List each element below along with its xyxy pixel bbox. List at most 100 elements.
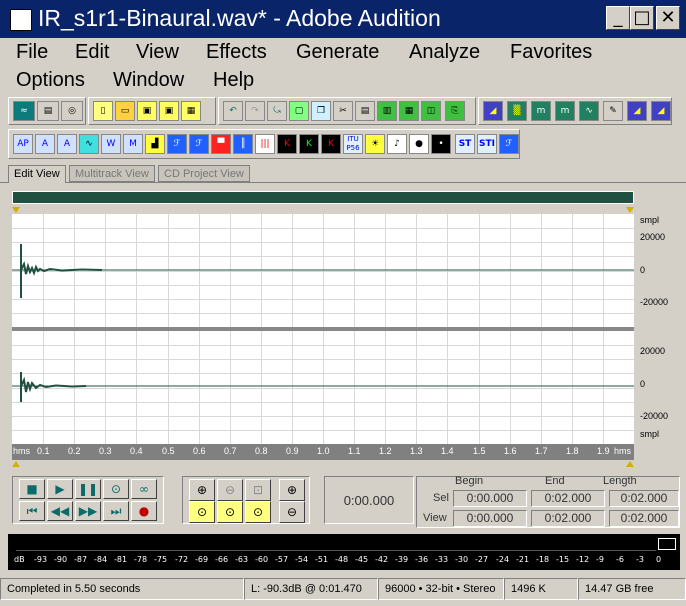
filter-icon[interactable]: ℱ — [167, 134, 187, 154]
rewind-icon[interactable]: ◀◀ — [47, 501, 73, 521]
menu-options[interactable]: Options — [16, 69, 85, 92]
end-marker-icon[interactable] — [626, 207, 634, 213]
maximize-button[interactable]: □ — [630, 6, 654, 30]
pause-icon[interactable]: ❚❚ — [75, 479, 101, 499]
wa-rp-icon[interactable]: W — [101, 134, 121, 154]
bars-icon[interactable]: ║ — [233, 134, 253, 154]
view-begin-field[interactable]: 0:00.000 — [453, 510, 527, 527]
clipboard-icon[interactable]: ⎘ — [445, 101, 465, 121]
zoom-out-vertical-icon[interactable]: ⊖ — [279, 501, 305, 523]
view-length-field[interactable]: 0:02.000 — [609, 510, 679, 527]
open-folder-icon[interactable]: ▭ — [115, 101, 135, 121]
hist-icon[interactable]: ▟ — [145, 134, 165, 154]
red-block-icon[interactable]: ▀ — [211, 134, 231, 154]
cut-icon[interactable]: ✂ — [333, 101, 353, 121]
clip-indicator[interactable] — [658, 538, 676, 550]
loop-icon[interactable]: ∞ — [131, 479, 157, 499]
menu-window[interactable]: Window — [113, 69, 184, 92]
stop-icon[interactable]: ■ — [19, 479, 45, 499]
waveform-view-icon[interactable]: ≈ — [13, 101, 35, 121]
go-to-start-icon[interactable]: ⏮ — [19, 501, 45, 521]
mix-paste-icon[interactable]: ▦ — [399, 101, 419, 121]
sel-length-field[interactable]: 0:02.000 — [609, 490, 679, 507]
k-2-icon[interactable]: K — [299, 134, 319, 154]
menu-edit[interactable]: Edit — [75, 41, 109, 64]
envelope-icon[interactable]: ◢ — [483, 101, 503, 121]
save-all-icon[interactable]: ▣ — [159, 101, 179, 121]
start-marker-icon[interactable] — [12, 207, 20, 213]
ap-2-icon[interactable]: A — [35, 134, 55, 154]
mls-icon[interactable]: m — [531, 101, 551, 121]
zoom-selection-icon[interactable]: ⊙ — [189, 501, 215, 523]
copy-to-new-icon[interactable]: ▢ — [289, 101, 309, 121]
edit-tool-icon[interactable]: ✎ — [603, 101, 623, 121]
end-marker-bottom-icon[interactable] — [626, 461, 634, 467]
menu-effects[interactable]: Effects — [206, 41, 267, 64]
undo-icon[interactable]: ↶ — [223, 101, 243, 121]
go-to-end-icon[interactable]: ⏭ — [103, 501, 129, 521]
ball-icon[interactable]: ● — [409, 134, 429, 154]
save-icon[interactable]: ▣ — [137, 101, 157, 121]
play-to-end-icon[interactable]: ⊙ — [103, 479, 129, 499]
spectrum-icon[interactable]: ∿ — [79, 134, 99, 154]
menu-generate[interactable]: Generate — [296, 41, 379, 64]
envelope-2-icon[interactable]: ◢ — [627, 101, 647, 121]
copy-icon[interactable]: ❐ — [311, 101, 331, 121]
new-file-icon[interactable]: ▯ — [93, 101, 113, 121]
cd-icon[interactable]: ◎ — [61, 101, 83, 121]
ff-icon[interactable]: ℱ — [499, 134, 519, 154]
st-icon[interactable]: ST — [455, 134, 475, 154]
sti-icon[interactable]: STI — [477, 134, 497, 154]
time-ruler[interactable]: hms hms 0.1 0.2 0.3 0.4 0.5 0.6 0.7 0.8 0.9 1.0 1.… — [12, 446, 634, 459]
zoom-right-icon[interactable]: ⊙ — [245, 501, 271, 523]
envelope-3-icon[interactable]: ◢ — [651, 101, 671, 121]
zoom-full-icon[interactable]: ⊡ — [245, 479, 271, 501]
menu-analyze[interactable]: Analyze — [409, 41, 480, 64]
ap-32-icon[interactable]: A — [57, 134, 77, 154]
menu-file[interactable]: File — [16, 41, 48, 64]
k-icon[interactable]: K — [277, 134, 297, 154]
tab-cd-project-view[interactable]: CD Project View — [158, 165, 250, 182]
paste-new-icon[interactable]: ▥ — [377, 101, 397, 121]
trim-icon[interactable]: ◫ — [421, 101, 441, 121]
start-marker-bottom-icon[interactable] — [12, 461, 20, 467]
paste-icon[interactable]: ▤ — [355, 101, 375, 121]
tab-multitrack-view[interactable]: Multitrack View — [69, 165, 155, 182]
film-icon[interactable]: ▦ — [181, 101, 201, 121]
waveform-display[interactable] — [12, 214, 636, 460]
mix-icon[interactable]: M — [123, 134, 143, 154]
itu-p56-icon[interactable]: ITU P56 — [343, 134, 363, 154]
close-button[interactable]: ✕ — [656, 6, 680, 30]
menu-view[interactable]: View — [136, 41, 179, 64]
app-icon[interactable] — [10, 9, 32, 31]
spectral-view-icon[interactable]: ▤ — [37, 101, 59, 121]
menu-favorites[interactable]: Favorites — [510, 41, 592, 64]
zoom-in-vertical-icon[interactable]: ⊕ — [279, 479, 305, 501]
ap-icon[interactable]: AP — [13, 134, 33, 154]
repeat-icon[interactable]: ⤿ — [267, 101, 287, 121]
zoom-in-horizontal-icon[interactable]: ⊕ — [189, 479, 215, 501]
sel-end-field[interactable]: 0:02.000 — [531, 490, 605, 507]
note-icon[interactable]: ♪ — [387, 134, 407, 154]
filter-2-icon[interactable]: ℱ — [189, 134, 209, 154]
redo-icon[interactable]: ↷ — [245, 101, 265, 121]
pulse-icon[interactable]: ||| — [255, 134, 275, 154]
dot-icon[interactable]: • — [431, 134, 451, 154]
record-icon[interactable]: ● — [131, 501, 157, 521]
noise-icon[interactable]: ▒ — [507, 101, 527, 121]
menu-help[interactable]: Help — [213, 69, 254, 92]
play-icon[interactable]: ▶ — [47, 479, 73, 499]
sweep-icon[interactable]: ∿ — [579, 101, 599, 121]
tab-edit-view[interactable]: Edit View — [8, 165, 66, 183]
fast-forward-icon[interactable]: ▶▶ — [75, 501, 101, 521]
minimize-button[interactable]: _ — [606, 6, 630, 30]
zoom-left-icon[interactable]: ⊙ — [217, 501, 243, 523]
mls-2-icon[interactable]: m — [555, 101, 575, 121]
overview-bar[interactable] — [12, 191, 634, 204]
unit-label-bottom: smpl — [640, 429, 660, 439]
view-end-field[interactable]: 0:02.000 — [531, 510, 605, 527]
zoom-out-horizontal-icon[interactable]: ⊖ — [217, 479, 243, 501]
sel-begin-field[interactable]: 0:00.000 — [453, 490, 527, 507]
k-3-icon[interactable]: K — [321, 134, 341, 154]
sun-icon[interactable]: ☀ — [365, 134, 385, 154]
